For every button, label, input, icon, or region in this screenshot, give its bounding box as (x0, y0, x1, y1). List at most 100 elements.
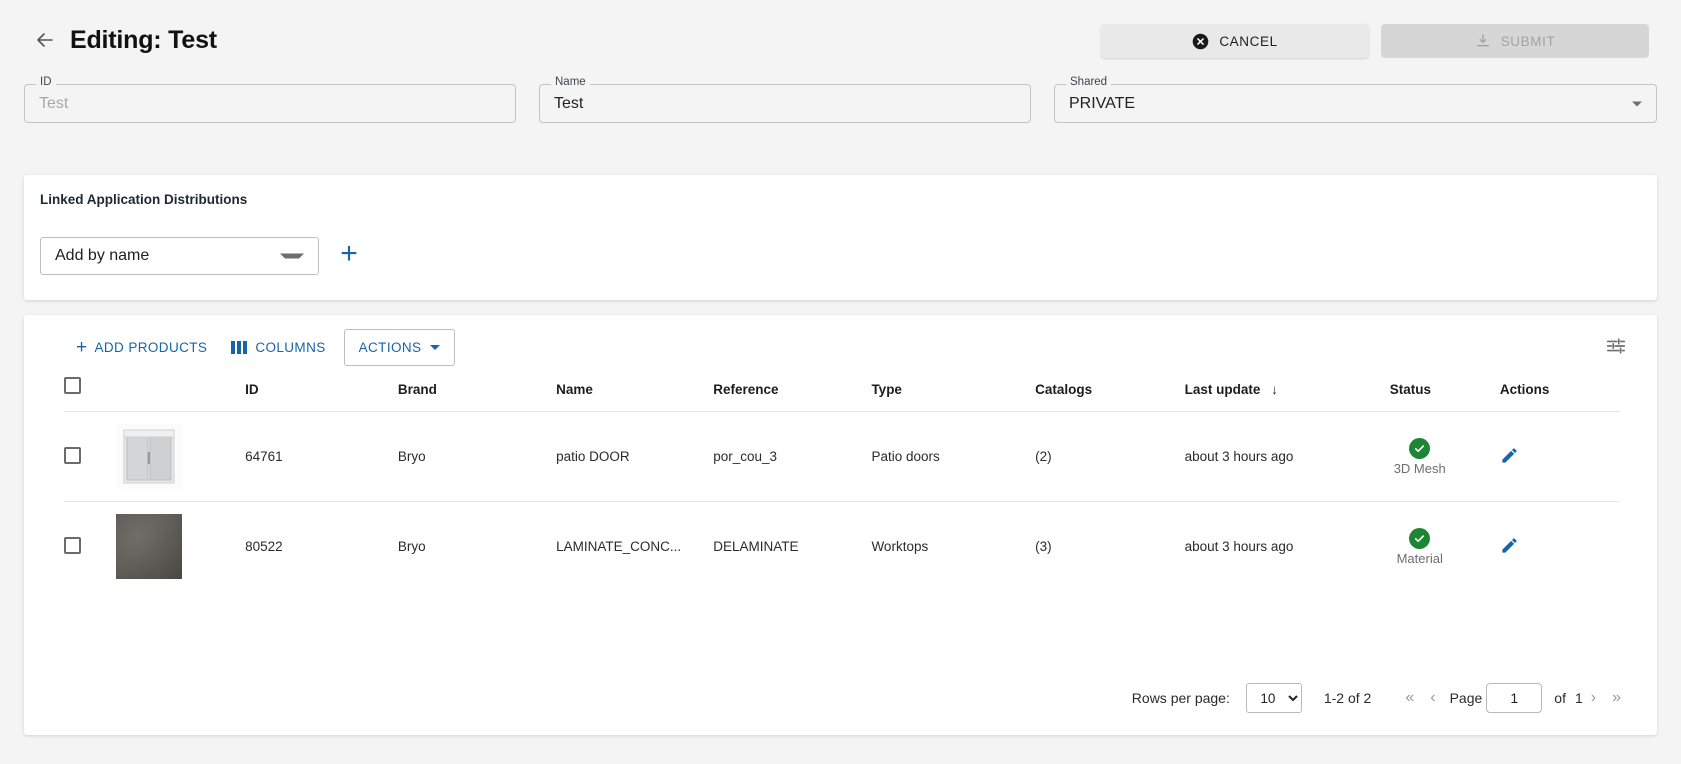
cancel-button[interactable]: CANCEL (1101, 24, 1369, 58)
sort-desc-icon: ↓ (1271, 382, 1278, 397)
check-circle-icon (1409, 437, 1431, 459)
columns-label: COLUMNS (255, 340, 326, 355)
add-by-name-select[interactable]: Add by name (40, 237, 319, 275)
col-header-catalogs[interactable]: Catalogs (1035, 377, 1184, 412)
row-catalogs: (3) (1035, 501, 1185, 591)
row-type: Patio doors (871, 411, 1036, 502)
row-brand: Bryo (397, 501, 557, 591)
patio-door-thumbnail (116, 424, 183, 489)
rows-per-page-label: Rows per page: (1131, 690, 1230, 706)
col-header-reference[interactable]: Reference (713, 377, 871, 412)
pagination-range: 1-2 of 2 (1323, 690, 1372, 706)
row-type: Worktops (871, 501, 1036, 591)
id-field-value: Test (39, 94, 69, 112)
row-status-cell: Material (1389, 501, 1500, 591)
row-last-update: about 3 hours ago (1184, 501, 1390, 591)
row-name: LAMINATE_CONC... (556, 501, 714, 591)
col-header-last-update-label: Last update (1184, 382, 1261, 397)
row-id: 64761 (245, 411, 398, 502)
col-header-last-update[interactable]: Last update ↓ (1185, 377, 1390, 412)
row-name: patio DOOR (556, 411, 714, 502)
columns-icon (231, 341, 248, 354)
form-fields-row: ID Test Name Test Shared PRIVATE (0, 76, 1681, 154)
products-table: ID Brand Name Reference Type Catalogs La… (64, 377, 1620, 591)
table-header-row: ID Brand Name Reference Type Catalogs La… (64, 377, 1620, 412)
actions-label: ACTIONS (358, 340, 422, 355)
row-select-cell (64, 411, 117, 502)
add-products-label: ADD PRODUCTS (94, 340, 208, 355)
row-last-update: about 3 hours ago (1184, 411, 1390, 502)
col-header-actions[interactable]: Actions (1500, 377, 1620, 412)
page-header: Editing: Test CANCEL SUBMIT (0, 0, 1681, 80)
edit-pencil-icon[interactable] (1500, 536, 1519, 558)
shared-select-value: PRIVATE (1069, 94, 1136, 112)
row-status-label: 3D Mesh (1393, 460, 1446, 476)
row-thumbnail-cell (116, 411, 246, 502)
name-field-value: Test (554, 94, 584, 112)
shared-select-label: Shared (1066, 76, 1112, 88)
linked-distributions-title: Linked Application Distributions (40, 192, 248, 207)
tune-settings-icon[interactable] (1605, 335, 1627, 357)
table-row[interactable]: 80522 Bryo LAMINATE_CONC... DELAMINATE W… (64, 501, 1620, 591)
concrete-laminate-thumbnail (116, 514, 183, 579)
row-reference: DELAMINATE (713, 501, 872, 591)
columns-button[interactable]: COLUMNS (215, 333, 333, 362)
cancel-circle-icon (1192, 33, 1209, 50)
select-all-checkbox[interactable] (64, 377, 81, 394)
add-by-name-value: Add by name (55, 247, 150, 264)
row-reference: por_cou_3 (713, 411, 872, 502)
products-table-card: + ADD PRODUCTS COLUMNS ACTIONS ID Brand … (24, 315, 1657, 735)
plus-icon: + (76, 337, 88, 358)
shared-select[interactable]: Shared PRIVATE (1054, 76, 1657, 123)
row-id: 80522 (245, 501, 398, 591)
col-header-type[interactable]: Type (871, 377, 1035, 412)
row-status-cell: 3D Mesh (1389, 411, 1500, 502)
header-action-buttons: CANCEL SUBMIT (1101, 24, 1649, 58)
name-field-label: Name (551, 76, 590, 88)
arrow-left-icon[interactable] (32, 27, 58, 53)
row-select-cell (64, 501, 117, 591)
download-icon (1475, 33, 1491, 49)
pagination: Rows per page: 102550100 1-2 of 2 « ‹ Pa… (1132, 683, 1629, 713)
col-header-id[interactable]: ID (245, 377, 398, 412)
select-all-header (64, 377, 116, 412)
id-field-label: ID (36, 76, 56, 88)
row-catalogs: (2) (1035, 411, 1185, 502)
rows-per-page-select[interactable]: 102550100 (1245, 683, 1302, 713)
add-products-button[interactable]: + ADD PRODUCTS (68, 333, 215, 362)
chevron-down-icon[interactable] (280, 253, 304, 259)
row-checkbox[interactable] (64, 536, 81, 554)
row-status-label: Material (1396, 550, 1443, 566)
table-toolbar: + ADD PRODUCTS COLUMNS ACTIONS (24, 315, 1657, 373)
prev-page-button[interactable]: ‹ (1422, 689, 1443, 707)
table-row[interactable]: 64761 Bryo patio DOOR por_cou_3 Patio do… (64, 411, 1620, 502)
page-title: Editing: Test (70, 25, 217, 54)
cancel-button-label: CANCEL (1219, 33, 1278, 49)
check-circle-icon (1409, 527, 1431, 549)
col-header-name[interactable]: Name (556, 377, 713, 412)
row-brand: Bryo (397, 411, 557, 502)
page-word-label: Page (1449, 690, 1483, 706)
add-distribution-button[interactable]: + (334, 239, 364, 270)
editing-page: Editing: Test CANCEL SUBMIT ID Test Name… (0, 0, 1681, 764)
col-header-status[interactable]: Status (1390, 377, 1500, 412)
chevron-down-icon (430, 345, 441, 350)
chevron-down-icon[interactable] (1632, 101, 1642, 106)
next-page-button[interactable]: › (1583, 689, 1604, 707)
page-number-input[interactable] (1486, 683, 1543, 713)
last-page-button[interactable]: » (1604, 689, 1629, 707)
row-actions-cell (1499, 501, 1620, 591)
row-actions-cell (1499, 411, 1620, 502)
id-field[interactable]: ID Test (24, 76, 516, 123)
submit-button-label: SUBMIT (1500, 33, 1556, 49)
first-page-button[interactable]: « (1397, 689, 1422, 707)
submit-button[interactable]: SUBMIT (1381, 24, 1649, 58)
name-field[interactable]: Name Test (539, 76, 1031, 123)
linked-distributions-card: Linked Application Distributions Add by … (24, 175, 1657, 300)
row-checkbox[interactable] (64, 446, 81, 464)
edit-pencil-icon[interactable] (1500, 446, 1519, 468)
actions-dropdown-button[interactable]: ACTIONS (343, 329, 456, 366)
total-pages-label: 1 (1574, 690, 1583, 706)
col-header-brand[interactable]: Brand (398, 377, 556, 412)
of-word-label: of (1554, 690, 1566, 706)
